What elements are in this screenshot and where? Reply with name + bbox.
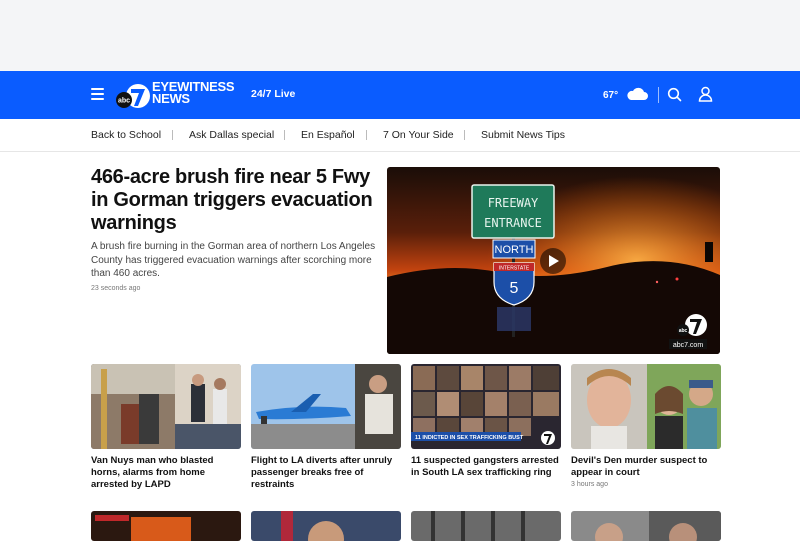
story-card[interactable] — [411, 511, 561, 541]
menu-icon[interactable] — [91, 88, 104, 100]
story-title: Devil's Den murder suspect to appear in … — [571, 455, 708, 478]
svg-text:NORTH: NORTH — [495, 244, 534, 256]
story-thumbnail — [411, 511, 561, 541]
nav-divider — [284, 130, 285, 140]
story-title: Van Nuys man who blasted horns, alarms f… — [91, 455, 214, 490]
story-card[interactable]: 11 INDICTED IN SEX TRAFFICKING BUST 11 s… — [411, 364, 561, 479]
story-timestamp: 3 hours ago — [571, 481, 608, 488]
nav-divider — [366, 130, 367, 140]
svg-text:abc: abc — [118, 98, 130, 105]
nav-divider — [464, 130, 465, 140]
abc7-logo-mark: abc — [116, 84, 150, 108]
temperature[interactable]: 67° — [603, 90, 618, 101]
story-thumbnail — [571, 364, 721, 449]
search-icon[interactable] — [667, 87, 682, 102]
top-story-timestamp: 23 seconds ago — [91, 285, 141, 292]
nav-item-submit-news-tips[interactable]: Submit News Tips — [481, 129, 565, 141]
story-card[interactable] — [571, 511, 721, 541]
story-card[interactable] — [91, 511, 241, 541]
user-account-icon[interactable] — [698, 86, 713, 102]
story-thumbnail — [91, 511, 241, 541]
story-card[interactable]: Van Nuys man who blasted horns, alarms f… — [91, 364, 241, 491]
abc7-logo[interactable]: abc EYEWITNESS NEWS — [116, 79, 241, 113]
svg-text:abc7.com: abc7.com — [673, 342, 704, 349]
svg-text:ENTRANCE: ENTRANCE — [484, 216, 542, 230]
nav-item-7-on-your-side[interactable]: 7 On Your Side — [383, 129, 454, 141]
top-story-video[interactable]: FREEWAY ENTRANCE NORTH INTERSTATE 5 abc … — [387, 167, 720, 354]
story-thumbnail — [91, 364, 241, 449]
logo-wordmark: EYEWITNESS NEWS — [152, 79, 235, 106]
live-link[interactable]: 24/7 Live — [251, 88, 295, 100]
browser-top-bar — [0, 0, 800, 71]
story-card[interactable]: Flight to LA diverts after unruly passen… — [251, 364, 401, 491]
story-thumbnail: 11 INDICTED IN SEX TRAFFICKING BUST — [411, 364, 561, 449]
story-title: Flight to LA diverts after unruly passen… — [251, 455, 393, 490]
story-thumbnail — [571, 511, 721, 541]
svg-text:5: 5 — [510, 280, 519, 297]
top-nav: Back to School Ask Dallas special En Esp… — [0, 119, 800, 152]
header-divider — [658, 87, 659, 103]
svg-text:abc: abc — [679, 328, 688, 334]
story-card[interactable] — [251, 511, 401, 541]
top-story-summary: A brush fire burning in the Gorman area … — [91, 241, 376, 279]
story-card[interactable]: Devil's Den murder suspect to appear in … — [571, 364, 721, 488]
top-story-headline[interactable]: 466-acre brush fire near 5 Fwy in Gorman… — [91, 166, 381, 235]
story-title: 11 suspected gangsters arrested in South… — [411, 455, 559, 478]
svg-text:FREEWAY: FREEWAY — [488, 196, 539, 210]
story-thumbnail — [251, 511, 401, 541]
fire-image: FREEWAY ENTRANCE NORTH INTERSTATE 5 abc … — [387, 167, 720, 354]
nav-divider — [172, 130, 173, 140]
cloud-icon[interactable] — [626, 87, 648, 101]
nav-item-en-espanol[interactable]: En Español — [301, 129, 355, 141]
svg-text:11 INDICTED IN SEX TRAFFICKING: 11 INDICTED IN SEX TRAFFICKING BUST — [415, 435, 524, 441]
nav-item-back-to-school[interactable]: Back to School — [91, 129, 161, 141]
nav-item-ask-dallas[interactable]: Ask Dallas special — [189, 129, 274, 141]
story-thumbnail — [251, 364, 401, 449]
site-header: abc EYEWITNESS NEWS 24/7 Live 67° — [0, 71, 800, 119]
svg-text:INTERSTATE: INTERSTATE — [499, 266, 530, 272]
